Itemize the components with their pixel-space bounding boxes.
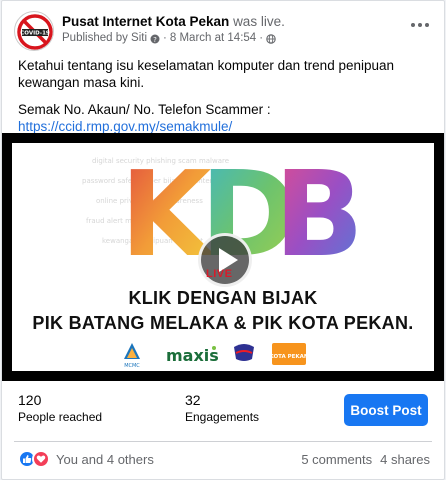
avatar-text: COVID-19 [20, 31, 50, 37]
sponsor-logos: MCMC maxis KOTA PEKAN [124, 343, 309, 369]
love-icon [32, 450, 50, 468]
comments-count[interactable]: 5 comments [301, 452, 372, 467]
page-avatar[interactable]: COVID-19 [14, 11, 54, 51]
post-text-scammer: Semak No. Akaun/ No. Telefon Scammer : [18, 102, 271, 117]
kdb-letter-b: B [274, 145, 364, 263]
post-meta: Published by Siti ? · 8 March at 14:54 · [62, 31, 285, 46]
svg-text:MCMC: MCMC [124, 363, 140, 369]
live-video[interactable]: digital security phishing scam malware p… [2, 133, 444, 381]
mcmc-logo: MCMC [124, 343, 140, 369]
post-card: COVID-19 Pusat Internet Kota Pekan was l… [1, 0, 445, 480]
header-title: Pusat Internet Kota Pekan was live. [62, 13, 285, 30]
header-text: Pusat Internet Kota Pekan was live. Publ… [62, 11, 285, 46]
engagements-stat[interactable]: 32 Engagements [185, 391, 259, 425]
globe-icon[interactable] [266, 33, 276, 44]
people-reached-value: 120 [18, 392, 42, 408]
engagement-counts: 5 comments 4 shares [301, 452, 430, 467]
published-by[interactable]: Published by Siti [62, 31, 147, 46]
meta-separator: · [259, 32, 264, 44]
question-icon[interactable]: ? [150, 34, 160, 44]
people-reached-stat[interactable]: 120 People reached [18, 391, 102, 425]
reactions-bar: You and 4 others 5 comments 4 shares [18, 449, 430, 469]
shares-count[interactable]: 4 shares [380, 452, 430, 467]
boost-post-button[interactable]: Boost Post [344, 394, 428, 426]
video-frame[interactable]: digital security phishing scam malware p… [12, 143, 434, 371]
reaction-summary[interactable]: You and 4 others [56, 452, 154, 467]
post-body: Ketahui tentang isu keselamatan komputer… [18, 57, 430, 135]
live-badge: LIVE [206, 268, 233, 280]
maxis-logo: maxis [166, 346, 219, 365]
engagements-label: Engagements [185, 410, 260, 424]
no-covid-icon: COVID-19 [17, 14, 53, 50]
video-headline: KLIK DENGAN BIJAK [128, 288, 318, 308]
post-header: COVID-19 Pusat Internet Kota Pekan was l… [14, 11, 432, 53]
meta-separator: · [163, 32, 167, 44]
svg-text:KOTA PEKAN: KOTA PEKAN [269, 354, 308, 360]
more-dots-icon [411, 23, 429, 27]
svg-text:maxis: maxis [166, 346, 219, 365]
page-name-link[interactable]: Pusat Internet Kota Pekan [62, 14, 229, 29]
more-options-button[interactable] [408, 13, 432, 37]
reaction-icons[interactable] [18, 450, 50, 468]
pik-kota-pekan-logo: KOTA PEKAN [269, 343, 309, 365]
engagements-value: 32 [185, 392, 201, 408]
post-action: was live. [233, 14, 285, 29]
pahang-crest-logo [234, 344, 254, 361]
post-insights: 120 People reached 32 Engagements Boost … [18, 391, 428, 435]
people-reached-label: People reached [18, 410, 103, 424]
video-subheadline: PIK BATANG MELAKA & PIK KOTA PEKAN. [32, 313, 414, 333]
post-text-paragraph: Ketahui tentang isu keselamatan komputer… [18, 58, 395, 90]
post-date[interactable]: 8 March at 14:54 [170, 31, 256, 46]
divider [14, 441, 432, 442]
svg-text:?: ? [153, 36, 157, 44]
